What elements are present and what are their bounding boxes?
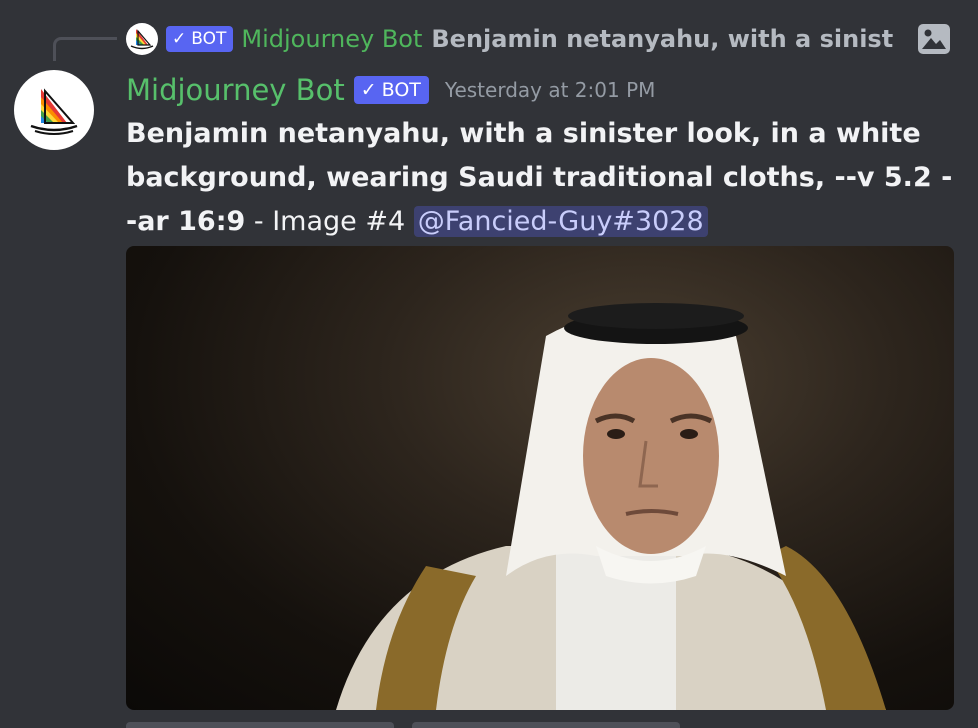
bot-badge-label: BOT (191, 29, 227, 49)
avatar[interactable] (14, 70, 94, 150)
reply-avatar[interactable] (126, 23, 158, 55)
bot-badge-label: BOT (381, 79, 421, 101)
image-icon (916, 22, 952, 56)
message-header: Midjourney Bot ✓ BOT Yesterday at 2:01 P… (126, 70, 655, 110)
user-mention[interactable]: @Fancied-Guy#3028 (413, 206, 708, 237)
midjourney-boat-icon (30, 88, 78, 135)
reply-author-name[interactable]: Midjourney Bot (241, 25, 422, 53)
image-attachment[interactable] (126, 246, 954, 710)
check-icon: ✓ (360, 79, 377, 101)
bot-badge: ✓ BOT (353, 76, 429, 104)
image-suffix: - Image #4 (245, 206, 414, 237)
reply-connector (53, 37, 117, 61)
portrait-image (336, 303, 886, 710)
reply-reference[interactable]: ✓ BOT Midjourney Bot Benjamin netanyahu,… (126, 22, 956, 56)
action-button[interactable] (126, 722, 394, 728)
bot-badge: ✓ BOT (166, 26, 234, 52)
author-name[interactable]: Midjourney Bot (126, 73, 345, 107)
chat-message: ✓ BOT Midjourney Bot Benjamin netanyahu,… (0, 0, 978, 728)
reply-snippet[interactable]: Benjamin netanyahu, with a sinister look… (431, 25, 893, 53)
action-button[interactable] (412, 722, 680, 728)
timestamp[interactable]: Yesterday at 2:01 PM (445, 78, 656, 102)
message-content: Benjamin netanyahu, with a sinister look… (126, 112, 956, 244)
check-icon: ✓ (172, 29, 187, 49)
midjourney-boat-icon (130, 29, 154, 50)
